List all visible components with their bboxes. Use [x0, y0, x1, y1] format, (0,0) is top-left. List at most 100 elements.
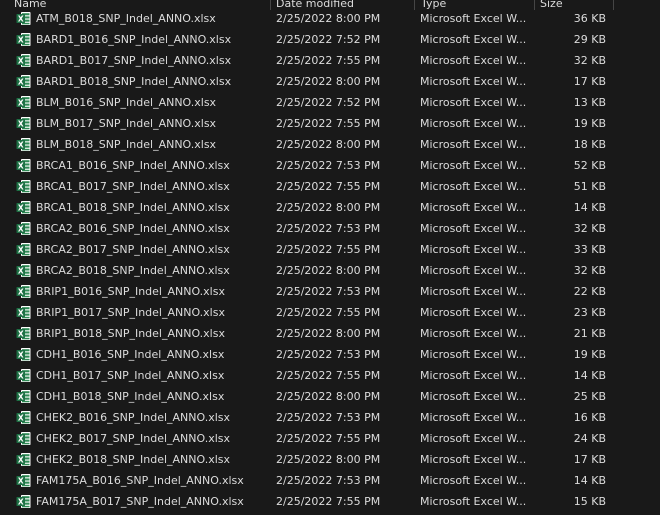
- file-size: 24 KB: [573, 432, 606, 445]
- file-date-modified: 2/25/2022 7:53 PM: [276, 159, 381, 172]
- excel-file-icon: X: [16, 389, 31, 404]
- file-type: Microsoft Excel W...: [420, 75, 527, 88]
- excel-file-icon: X: [16, 368, 31, 383]
- file-row[interactable]: X ATM_B018_SNP_Indel_ANNO.xlsx 2/25/2022…: [0, 8, 660, 29]
- file-date-modified: 2/25/2022 8:00 PM: [276, 75, 381, 88]
- svg-text:X: X: [18, 77, 24, 86]
- svg-text:X: X: [18, 98, 24, 107]
- file-size: 17 KB: [573, 453, 606, 466]
- file-type: Microsoft Excel W...: [420, 285, 527, 298]
- excel-file-icon: X: [16, 242, 31, 257]
- file-size: 52 KB: [573, 159, 606, 172]
- file-date-modified: 2/25/2022 8:00 PM: [276, 201, 381, 214]
- file-date-modified: 2/25/2022 8:00 PM: [276, 138, 381, 151]
- file-date-modified: 2/25/2022 7:55 PM: [276, 243, 381, 256]
- file-date-modified: 2/25/2022 7:53 PM: [276, 348, 381, 361]
- file-name: BRCA2_B017_SNP_Indel_ANNO.xlsx: [36, 243, 230, 256]
- file-type: Microsoft Excel W...: [420, 138, 527, 151]
- file-date-modified: 2/25/2022 7:52 PM: [276, 96, 381, 109]
- file-type: Microsoft Excel W...: [420, 327, 527, 340]
- file-size: 16 KB: [573, 411, 606, 424]
- excel-file-icon: X: [16, 95, 31, 110]
- file-row[interactable]: X FAM175A_B016_SNP_Indel_ANNO.xlsx 2/25/…: [0, 470, 660, 491]
- file-size: 32 KB: [573, 222, 606, 235]
- file-size: 22 KB: [573, 285, 606, 298]
- svg-text:X: X: [18, 497, 24, 506]
- file-row[interactable]: X BRCA2_B017_SNP_Indel_ANNO.xlsx 2/25/20…: [0, 239, 660, 260]
- file-name: BRCA1_B018_SNP_Indel_ANNO.xlsx: [36, 201, 230, 214]
- file-row[interactable]: X CHEK2_B018_SNP_Indel_ANNO.xlsx 2/25/20…: [0, 449, 660, 470]
- file-row[interactable]: X BRCA2_B016_SNP_Indel_ANNO.xlsx 2/25/20…: [0, 218, 660, 239]
- file-list-view: Name Date modified Type Size X ATM_B018_…: [0, 0, 660, 515]
- file-type: Microsoft Excel W...: [420, 306, 527, 319]
- file-size: 29 KB: [573, 33, 606, 46]
- file-date-modified: 2/25/2022 7:55 PM: [276, 495, 381, 508]
- file-date-modified: 2/25/2022 8:00 PM: [276, 264, 381, 277]
- file-rows: X ATM_B018_SNP_Indel_ANNO.xlsx 2/25/2022…: [0, 8, 660, 512]
- file-name: BRIP1_B017_SNP_Indel_ANNO.xlsx: [36, 306, 225, 319]
- excel-file-icon: X: [16, 11, 31, 26]
- file-name: ATM_B018_SNP_Indel_ANNO.xlsx: [36, 12, 216, 25]
- svg-text:X: X: [18, 476, 24, 485]
- file-row[interactable]: X BRIP1_B017_SNP_Indel_ANNO.xlsx 2/25/20…: [0, 302, 660, 323]
- file-row[interactable]: X BLM_B017_SNP_Indel_ANNO.xlsx 2/25/2022…: [0, 113, 660, 134]
- excel-file-icon: X: [16, 452, 31, 467]
- file-row[interactable]: X BLM_B016_SNP_Indel_ANNO.xlsx 2/25/2022…: [0, 92, 660, 113]
- file-name: FAM175A_B017_SNP_Indel_ANNO.xlsx: [36, 495, 244, 508]
- file-type: Microsoft Excel W...: [420, 495, 527, 508]
- file-name: BLM_B016_SNP_Indel_ANNO.xlsx: [36, 96, 217, 109]
- file-row[interactable]: X CDH1_B017_SNP_Indel_ANNO.xlsx 2/25/202…: [0, 365, 660, 386]
- svg-text:X: X: [18, 287, 24, 296]
- file-row[interactable]: X BARD1_B017_SNP_Indel_ANNO.xlsx 2/25/20…: [0, 50, 660, 71]
- excel-file-icon: X: [16, 473, 31, 488]
- file-type: Microsoft Excel W...: [420, 201, 527, 214]
- file-row[interactable]: X CDH1_B016_SNP_Indel_ANNO.xlsx 2/25/202…: [0, 344, 660, 365]
- file-type: Microsoft Excel W...: [420, 264, 527, 277]
- file-row[interactable]: X CHEK2_B017_SNP_Indel_ANNO.xlsx 2/25/20…: [0, 428, 660, 449]
- svg-text:X: X: [18, 56, 24, 65]
- file-type: Microsoft Excel W...: [420, 369, 527, 382]
- file-date-modified: 2/25/2022 7:53 PM: [276, 222, 381, 235]
- svg-text:X: X: [18, 182, 24, 191]
- file-name: BARD1_B018_SNP_Indel_ANNO.xlsx: [36, 75, 232, 88]
- file-row[interactable]: X CDH1_B018_SNP_Indel_ANNO.xlsx 2/25/202…: [0, 386, 660, 407]
- file-type: Microsoft Excel W...: [420, 117, 527, 130]
- file-type: Microsoft Excel W...: [420, 96, 527, 109]
- file-date-modified: 2/25/2022 7:53 PM: [276, 474, 381, 487]
- file-row[interactable]: X BRCA1_B017_SNP_Indel_ANNO.xlsx 2/25/20…: [0, 176, 660, 197]
- excel-file-icon: X: [16, 32, 31, 47]
- file-row[interactable]: X BRCA1_B016_SNP_Indel_ANNO.xlsx 2/25/20…: [0, 155, 660, 176]
- file-row[interactable]: X BARD1_B018_SNP_Indel_ANNO.xlsx 2/25/20…: [0, 71, 660, 92]
- file-row[interactable]: X CHEK2_B016_SNP_Indel_ANNO.xlsx 2/25/20…: [0, 407, 660, 428]
- file-type: Microsoft Excel W...: [420, 222, 527, 235]
- excel-file-icon: X: [16, 53, 31, 68]
- file-name: BRCA2_B018_SNP_Indel_ANNO.xlsx: [36, 264, 230, 277]
- file-size: 32 KB: [573, 54, 606, 67]
- svg-text:X: X: [18, 392, 24, 401]
- file-size: 15 KB: [573, 495, 606, 508]
- file-size: 36 KB: [573, 12, 606, 25]
- file-row[interactable]: X BRCA2_B018_SNP_Indel_ANNO.xlsx 2/25/20…: [0, 260, 660, 281]
- file-size: 19 KB: [573, 348, 606, 361]
- svg-text:X: X: [18, 224, 24, 233]
- svg-text:X: X: [18, 14, 24, 23]
- file-name: CHEK2_B017_SNP_Indel_ANNO.xlsx: [36, 432, 231, 445]
- file-row[interactable]: X BARD1_B016_SNP_Indel_ANNO.xlsx 2/25/20…: [0, 29, 660, 50]
- excel-file-icon: X: [16, 221, 31, 236]
- excel-file-icon: X: [16, 74, 31, 89]
- file-row[interactable]: X BRIP1_B016_SNP_Indel_ANNO.xlsx 2/25/20…: [0, 281, 660, 302]
- file-date-modified: 2/25/2022 8:00 PM: [276, 12, 381, 25]
- file-row[interactable]: X FAM175A_B017_SNP_Indel_ANNO.xlsx 2/25/…: [0, 491, 660, 512]
- excel-file-icon: X: [16, 137, 31, 152]
- file-name: CDH1_B017_SNP_Indel_ANNO.xlsx: [36, 369, 225, 382]
- file-date-modified: 2/25/2022 8:00 PM: [276, 453, 381, 466]
- svg-text:X: X: [18, 434, 24, 443]
- svg-text:X: X: [18, 413, 24, 422]
- file-row[interactable]: X BRCA1_B018_SNP_Indel_ANNO.xlsx 2/25/20…: [0, 197, 660, 218]
- file-row[interactable]: X BLM_B018_SNP_Indel_ANNO.xlsx 2/25/2022…: [0, 134, 660, 155]
- file-date-modified: 2/25/2022 7:55 PM: [276, 432, 381, 445]
- file-size: 25 KB: [573, 390, 606, 403]
- file-row[interactable]: X BRIP1_B018_SNP_Indel_ANNO.xlsx 2/25/20…: [0, 323, 660, 344]
- file-size: 14 KB: [573, 474, 606, 487]
- file-date-modified: 2/25/2022 7:53 PM: [276, 411, 381, 424]
